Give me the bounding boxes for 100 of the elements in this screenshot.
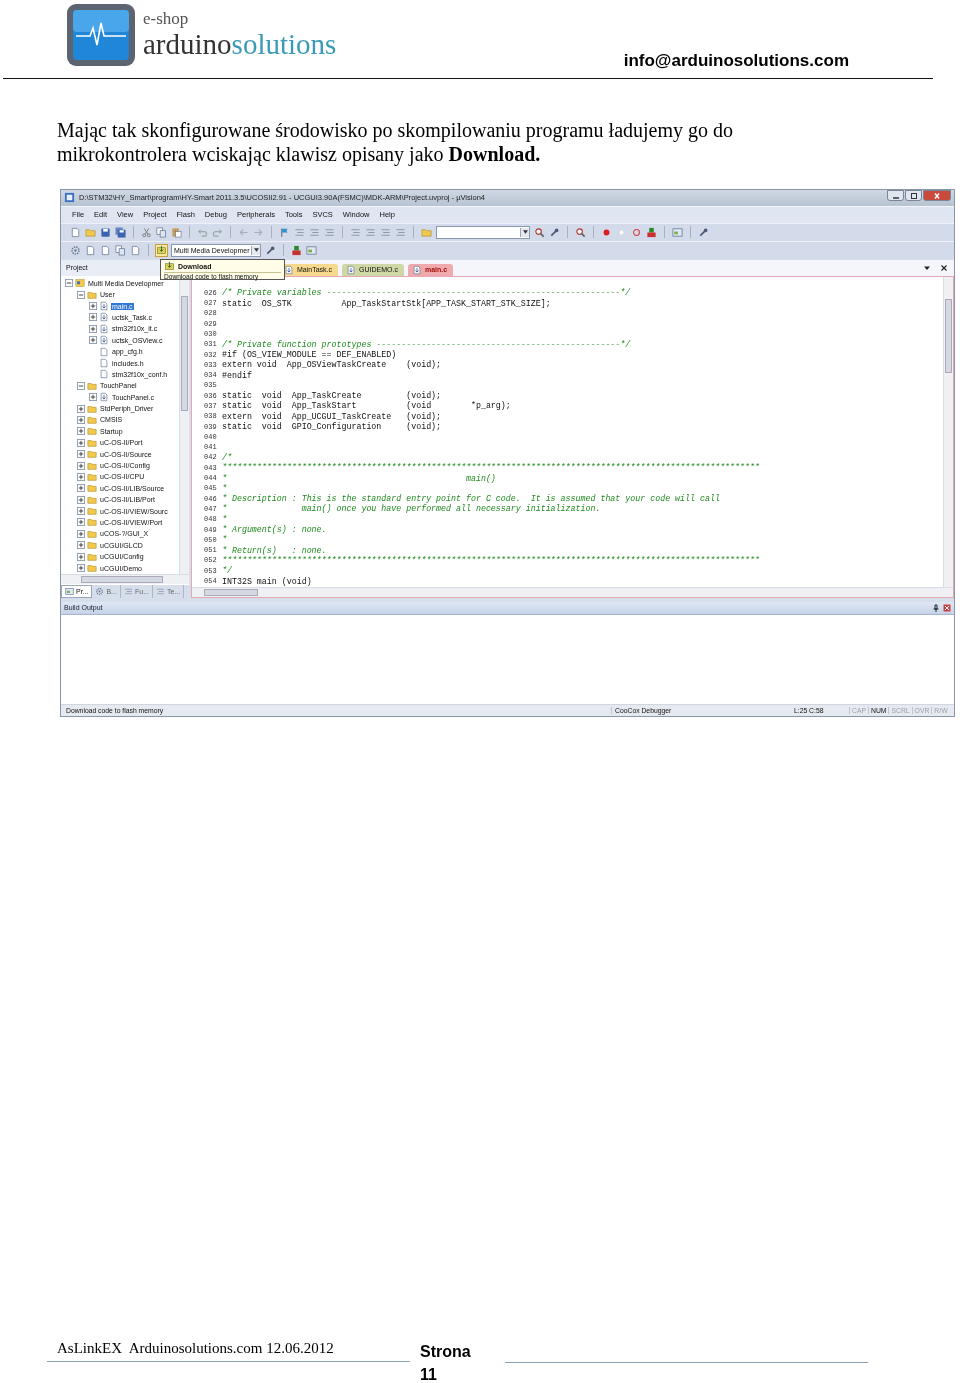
expand-toggle[interactable] — [77, 541, 85, 550]
expand-toggle[interactable] — [77, 404, 85, 413]
close-icon[interactable] — [940, 263, 948, 272]
folder-icon — [87, 380, 97, 391]
maximize-icon — [908, 191, 919, 200]
flag-icon[interactable] — [279, 226, 290, 238]
folder-icon — [87, 551, 97, 562]
code-comment: * Description : This is the standard entry point for C code. It is assumed that your code will call — [222, 494, 720, 504]
copy-icon[interactable] — [156, 226, 167, 238]
tools-icon[interactable] — [549, 226, 560, 238]
code-comment: * main() once you have performed all necessary initialization. — [222, 504, 601, 514]
folder-icon — [87, 494, 97, 505]
code-comment: ************************************************************************************************************ — [222, 463, 760, 473]
expand-toggle[interactable] — [77, 495, 85, 504]
pin-icon[interactable] — [932, 603, 940, 612]
code-comment: /* — [222, 452, 232, 462]
footer-text: AsLinkEX Arduinosolutions.com 12.06.2012 — [57, 1339, 334, 1358]
expand-toggle[interactable] — [77, 484, 85, 493]
code-comment: */ — [222, 566, 232, 576]
expand-toggle[interactable] — [89, 393, 97, 402]
wrench-icon[interactable] — [698, 226, 709, 238]
expand-toggle[interactable] — [89, 302, 97, 311]
batch-build-icon[interactable] — [115, 244, 126, 256]
file-icon — [99, 346, 109, 357]
code-comment: /* Private function prototypes -------------------------------------------------*/ — [222, 339, 631, 349]
outdent-icon[interactable] — [365, 226, 376, 238]
maximize-button[interactable] — [905, 190, 922, 201]
close-button[interactable] — [923, 190, 951, 201]
ring-icon[interactable] — [631, 226, 642, 238]
blocks-icon[interactable] — [291, 244, 303, 256]
new-file-icon[interactable] — [70, 226, 81, 238]
file-icon — [346, 264, 356, 275]
stop-icon[interactable] — [130, 244, 141, 256]
expand-toggle[interactable] — [89, 313, 97, 322]
horizontal-scrollbar[interactable] — [192, 586, 953, 597]
dropdown-caret-icon[interactable] — [254, 248, 259, 253]
code-comment: * — [222, 483, 227, 493]
expand-toggle[interactable] — [77, 472, 85, 481]
file-icon — [99, 301, 109, 312]
dropdown-caret-icon[interactable] — [522, 230, 528, 235]
window-icon[interactable] — [306, 244, 318, 256]
contact-email: info@arduinosolutions.com — [623, 51, 849, 71]
expand-toggle[interactable] — [77, 518, 85, 527]
download-icon — [164, 260, 175, 272]
code-comment: * — [222, 514, 227, 524]
expand-toggle[interactable] — [89, 336, 97, 345]
code-comment: * — [222, 535, 227, 545]
file-icon — [99, 369, 109, 380]
expand-toggle[interactable] — [77, 461, 85, 470]
file-icon — [411, 264, 422, 275]
code-line: INT32S main (void) — [222, 576, 312, 586]
expand-toggle[interactable] — [89, 324, 97, 333]
expand-toggle[interactable] — [77, 381, 85, 390]
folder-icon — [87, 528, 97, 539]
monitor-logo-icon — [66, 3, 136, 67]
folder-icon — [87, 460, 97, 471]
horizontal-scrollbar[interactable] — [61, 573, 189, 584]
code-line: #endif — [222, 370, 252, 380]
minimize-button[interactable] — [887, 190, 904, 201]
save-icon[interactable] — [100, 226, 111, 238]
code-comment: * main() — [222, 473, 496, 483]
paste-icon[interactable] — [171, 226, 182, 238]
search-icon[interactable] — [575, 226, 586, 238]
save-all-icon[interactable] — [115, 226, 126, 238]
options-icon[interactable] — [265, 244, 277, 256]
code-line: #if (OS_VIEW_MODULE == DEF_ENABLED) — [222, 350, 397, 359]
folder-icon — [87, 449, 97, 460]
rebuild-icon[interactable] — [100, 244, 111, 256]
window-icon — [65, 586, 74, 596]
expand-toggle[interactable] — [77, 438, 85, 447]
vertical-scrollbar[interactable] — [943, 276, 953, 587]
expand-toggle[interactable] — [77, 427, 85, 436]
cut-icon[interactable] — [141, 226, 152, 238]
file-icon — [284, 264, 294, 275]
lines-icon — [156, 586, 165, 596]
code-line: extern void App_UCGUI_TaskCreate (void); — [222, 411, 442, 421]
folder-icon — [87, 540, 97, 551]
download-icon[interactable] — [156, 244, 167, 256]
code-comment: ************************************************************************************************************ — [222, 555, 760, 565]
code-line: static void App_TaskStart (void *p_arg); — [222, 401, 511, 411]
expand-toggle[interactable] — [77, 415, 85, 424]
expand-toggle[interactable] — [77, 529, 85, 538]
app-icon — [64, 192, 75, 204]
expand-toggle[interactable] — [77, 450, 85, 459]
build-icon[interactable] — [85, 244, 96, 256]
indent-icon[interactable] — [350, 226, 361, 238]
expand-toggle[interactable] — [77, 507, 85, 516]
expand-toggle[interactable] — [77, 552, 85, 561]
gear-icon[interactable] — [70, 244, 81, 256]
page-label: Strona — [420, 1342, 472, 1362]
window-icon[interactable] — [672, 226, 683, 238]
code-comment: * Argument(s) : none. — [222, 525, 327, 535]
folder-icon — [87, 483, 97, 494]
expand-toggle[interactable] — [65, 279, 73, 288]
folder-icon — [87, 437, 97, 448]
expand-toggle[interactable] — [77, 290, 85, 299]
expand-toggle[interactable] — [77, 564, 85, 573]
file-icon — [99, 335, 109, 346]
file-icon — [99, 323, 109, 334]
find-icon[interactable] — [534, 226, 545, 238]
